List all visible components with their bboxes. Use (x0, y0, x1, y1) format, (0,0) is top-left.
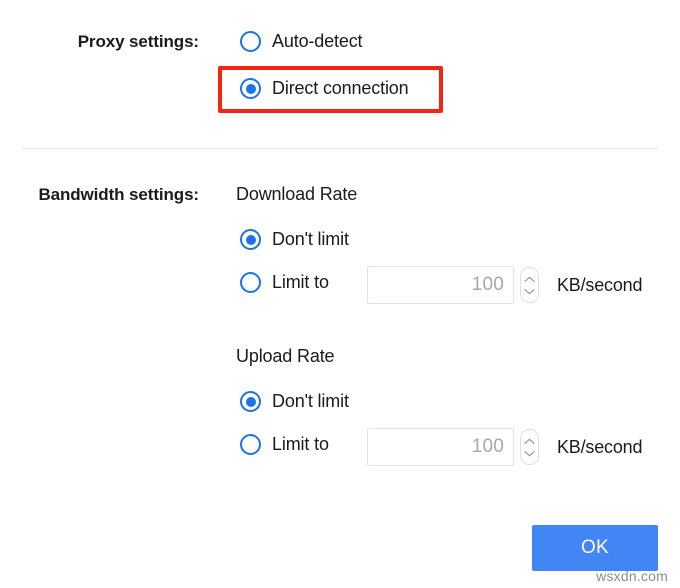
ok-button[interactable]: OK (532, 525, 658, 571)
chevron-up-icon (524, 276, 535, 283)
radio-auto-detect-label: Auto-detect (272, 31, 362, 52)
watermark: wsxdn.com (596, 568, 668, 584)
upload-dont-limit-option[interactable]: Don't limit (240, 391, 349, 412)
bandwidth-settings-label: Bandwidth settings: (0, 185, 199, 205)
proxy-option-auto-detect[interactable]: Auto-detect (240, 31, 362, 52)
radio-direct-connection[interactable] (240, 78, 261, 99)
radio-upload-dont-limit-label: Don't limit (272, 391, 349, 412)
section-divider (22, 148, 658, 149)
radio-upload-limit-to-label: Limit to (272, 434, 329, 455)
chevron-up-icon (524, 438, 535, 445)
chevron-down-icon (524, 288, 535, 295)
download-limit-to-option[interactable]: Limit to (240, 272, 329, 293)
download-rate-heading: Download Rate (236, 184, 357, 205)
radio-upload-dont-limit[interactable] (240, 391, 261, 412)
radio-upload-limit-to[interactable] (240, 434, 261, 455)
upload-rate-stepper[interactable] (520, 429, 539, 465)
upload-rate-input[interactable]: 100 (367, 428, 514, 466)
download-rate-stepper[interactable] (520, 267, 539, 303)
download-rate-unit-label: KB/second (557, 275, 642, 296)
radio-download-dont-limit-label: Don't limit (272, 229, 349, 250)
upload-rate-field-group: 100 KB/second (367, 428, 642, 466)
upload-limit-to-option[interactable]: Limit to (240, 434, 329, 455)
proxy-option-direct-connection[interactable]: Direct connection (240, 78, 409, 99)
download-dont-limit-option[interactable]: Don't limit (240, 229, 349, 250)
chevron-down-icon (524, 450, 535, 457)
radio-download-limit-to[interactable] (240, 272, 261, 293)
radio-auto-detect[interactable] (240, 31, 261, 52)
download-rate-input[interactable]: 100 (367, 266, 514, 304)
upload-rate-unit-label: KB/second (557, 437, 642, 458)
upload-rate-heading: Upload Rate (236, 346, 334, 367)
radio-download-dont-limit[interactable] (240, 229, 261, 250)
radio-direct-connection-label: Direct connection (272, 78, 409, 99)
download-rate-field-group: 100 KB/second (367, 266, 642, 304)
proxy-settings-label: Proxy settings: (0, 32, 199, 52)
radio-download-limit-to-label: Limit to (272, 272, 329, 293)
